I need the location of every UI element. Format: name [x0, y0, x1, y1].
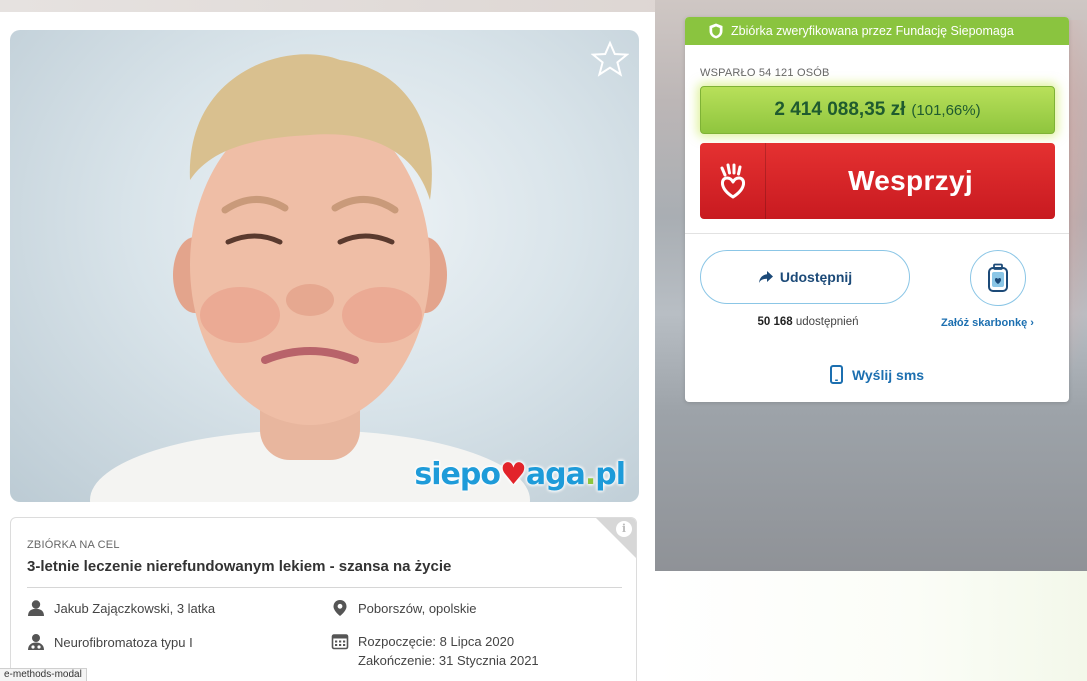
siepomaga-logo: siepo♥aga.pl [414, 457, 626, 492]
verified-text: Zbiórka zweryfikowana przez Fundację Sie… [731, 24, 1014, 38]
calendar-icon [331, 634, 349, 650]
campaign-title: 3-letnie leczenie nierefundowanym lekiem… [27, 558, 452, 575]
amount-raised: 2 414 088,35 zł (101,66%) [700, 86, 1055, 134]
status-url-hint: e-methods-modal [0, 668, 87, 681]
user-icon [28, 600, 44, 616]
campaign-kicker: ZBIÓRKA NA CEL [27, 539, 120, 551]
location-pin-icon [333, 600, 347, 616]
location-row: Poborszów, opolskie [331, 599, 477, 618]
hand-heart-icon [720, 163, 745, 199]
campaign-photo: siepo♥aga.pl [10, 30, 639, 502]
piggy-bank-button[interactable] [970, 250, 1026, 306]
diagnosis-text: Neurofibromatoza typu I [54, 635, 193, 650]
shield-icon [709, 23, 723, 39]
piggy-bank-link[interactable]: Załóż skarbonkę › [941, 317, 1034, 329]
sms-link-label: Wyślij sms [851, 366, 925, 383]
share-arrow-icon [758, 271, 773, 283]
verified-bar: Zbiórka zweryfikowana przez Fundację Sie… [685, 17, 1069, 45]
star-outline-icon[interactable] [591, 40, 629, 78]
info-icon[interactable]: i [616, 521, 632, 537]
supporters-count: WSPARŁO 54 121 OSÓB [700, 67, 830, 79]
support-button-label: Wesprzyj [848, 165, 973, 196]
diagnosis-row: Neurofibromatoza typu I [27, 633, 193, 652]
doctor-icon [28, 634, 44, 650]
end-date: Zakończenie: 31 Stycznia 2021 [358, 653, 539, 668]
beneficiary-name: Jakub Zajączkowski, 3 latka [54, 601, 216, 616]
share-count-number: 50 168 [757, 316, 793, 328]
hand-heart-icon-wrap [700, 143, 766, 219]
support-button[interactable]: Wesprzyj [700, 143, 1055, 219]
divider [685, 233, 1069, 234]
amount-value: 2 414 088,35 zł [774, 99, 906, 120]
sms-link[interactable]: Wyślij sms [685, 365, 1069, 384]
share-count-suffix: udostępnień [792, 316, 859, 328]
child-photo [90, 54, 530, 502]
share-count: 50 168 udostępnień [733, 316, 883, 328]
phone-icon [829, 365, 843, 384]
dates-row: Rozpoczęcie: 8 Lipca 2020 Zakończenie: 3… [331, 632, 539, 670]
start-date: Rozpoczęcie: 8 Lipca 2020 [358, 634, 515, 649]
campaign-info-card: i ZBIÓRKA NA CEL 3-letnie leczenie niere… [10, 517, 637, 681]
share-button-label: Udostępnij [779, 269, 853, 285]
piggy-bank-icon [988, 263, 1008, 292]
divider [27, 587, 622, 588]
beneficiary-row: Jakub Zajączkowski, 3 latka [27, 599, 215, 618]
location-text: Poborszów, opolskie [358, 601, 477, 616]
amount-percent: (101,66%) [911, 101, 981, 119]
share-button[interactable]: Udostępnij [700, 250, 910, 304]
donation-box: Zbiórka zweryfikowana przez Fundację Sie… [685, 17, 1069, 402]
page-background-fill [655, 571, 1087, 681]
